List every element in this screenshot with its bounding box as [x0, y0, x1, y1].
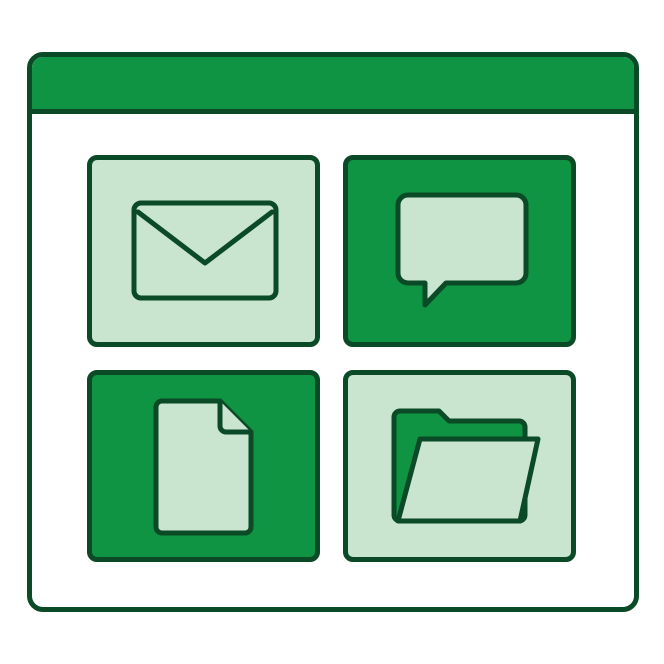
folder-icon [391, 408, 541, 524]
chat-tile[interactable] [343, 155, 576, 347]
document-tile[interactable] [87, 370, 320, 562]
folder-tile[interactable] [343, 370, 576, 562]
envelope-icon [131, 200, 279, 301]
document-icon [153, 398, 254, 536]
illustration [0, 0, 664, 664]
speech-bubble-icon [395, 192, 529, 308]
title-bar [32, 57, 634, 114]
mail-tile[interactable] [87, 155, 320, 347]
